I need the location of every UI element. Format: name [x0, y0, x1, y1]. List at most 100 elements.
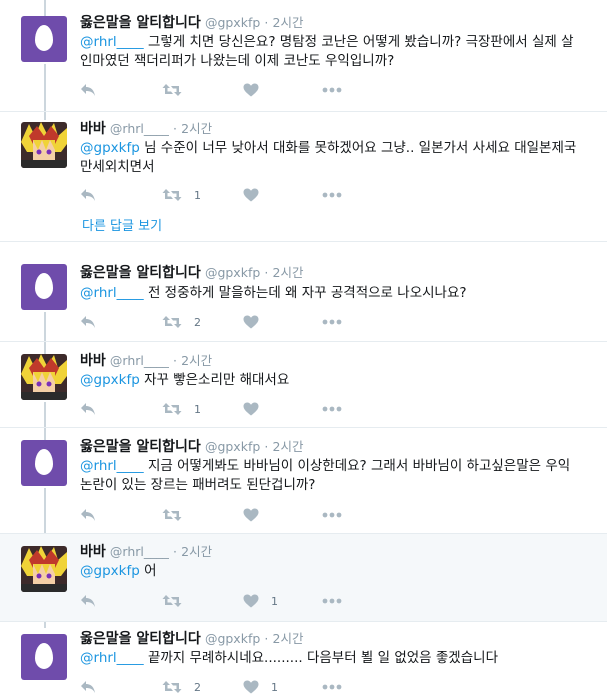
- reply-button[interactable]: [80, 677, 96, 697]
- mention-link[interactable]: @rhrl____: [80, 285, 144, 301]
- username[interactable]: @rhrl____: [110, 121, 169, 136]
- like-button[interactable]: [243, 80, 271, 100]
- retweet-button[interactable]: [162, 80, 194, 100]
- username[interactable]: @gpxkfp: [205, 631, 260, 646]
- display-name[interactable]: 옳은말을 알티합니다: [80, 15, 201, 31]
- tweet-text: @rhrl____ 전 정중하게 말을하는데 왜 자꾸 공격적으로 나오시나요?: [80, 284, 580, 303]
- egg-avatar[interactable]: [21, 440, 67, 486]
- tweet[interactable]: 옳은말을 알티합니다 @gpxkfp · 2시간 @rhrl____ 전 정중하…: [0, 256, 607, 342]
- username[interactable]: @rhrl____: [110, 353, 169, 368]
- mention-link[interactable]: @rhrl____: [80, 458, 144, 474]
- retweet-button[interactable]: 2: [162, 312, 201, 332]
- retweet-button[interactable]: [162, 505, 194, 525]
- tweet-header: 바바 @rhrl____ · 2시간: [80, 120, 212, 139]
- display-name[interactable]: 옳은말을 알티합니다: [80, 265, 201, 281]
- mention-link[interactable]: @gpxkfp: [80, 563, 140, 579]
- display-name[interactable]: 바바: [80, 544, 106, 560]
- like-button[interactable]: [243, 185, 271, 205]
- like-icon: [243, 315, 259, 329]
- more-button[interactable]: [322, 591, 342, 611]
- username[interactable]: @gpxkfp: [205, 265, 260, 280]
- reply-icon: [81, 681, 95, 693]
- divider: [0, 241, 607, 242]
- tweet-text: @rhrl____ 끝까지 무례하시네요......... 다음부터 뵐 일 없…: [80, 649, 580, 668]
- more-button[interactable]: [322, 399, 342, 419]
- timestamp[interactable]: 2시간: [181, 121, 212, 136]
- timestamp[interactable]: 2시간: [273, 265, 304, 280]
- display-name[interactable]: 바바: [80, 353, 106, 369]
- tweet-actions: [80, 505, 370, 525]
- tweet-focused[interactable]: 바바 @rhrl____ · 2시간 @gpxkfp 어 1: [0, 534, 607, 622]
- more-button[interactable]: [322, 677, 342, 697]
- mention-link[interactable]: @gpxkfp: [80, 372, 140, 388]
- separator-dot: ·: [173, 353, 177, 368]
- like-icon: [243, 83, 259, 97]
- reply-button[interactable]: [80, 185, 96, 205]
- timestamp[interactable]: 2시간: [181, 353, 212, 368]
- retweet-icon: [162, 84, 182, 96]
- tweet[interactable]: 옳은말을 알티합니다 @gpxkfp · 2시간 @rhrl____ 지금 어떻…: [0, 428, 607, 534]
- like-button[interactable]: [243, 505, 271, 525]
- timestamp[interactable]: 2시간: [273, 15, 304, 30]
- reply-icon: [81, 595, 95, 607]
- mention-link[interactable]: @rhrl____: [80, 34, 144, 50]
- like-count: 1: [271, 594, 278, 608]
- display-name[interactable]: 옳은말을 알티합니다: [80, 439, 201, 455]
- more-button[interactable]: [322, 505, 342, 525]
- separator-dot: ·: [264, 439, 269, 454]
- tweet[interactable]: 바바 @rhrl____ · 2시간 @gpxkfp 자꾸 빻은소리만 해대서요…: [0, 342, 607, 428]
- like-icon: [243, 188, 259, 202]
- more-button[interactable]: [322, 185, 342, 205]
- timestamp[interactable]: 2시간: [273, 439, 304, 454]
- retweet-button[interactable]: 1: [162, 399, 201, 419]
- reply-button[interactable]: [80, 591, 96, 611]
- more-icon: [322, 319, 342, 325]
- separator-dot: ·: [264, 15, 269, 30]
- egg-avatar[interactable]: [21, 16, 67, 62]
- show-more-replies-link[interactable]: 다른 답글 보기: [82, 215, 162, 234]
- tweet-text: @rhrl____ 그렇게 치면 당신은요? 명탐정 코난은 어떻게 봤습니까?…: [80, 33, 580, 71]
- tweet-text-content: 지금 어떻게봐도 바바님이 이상한데요? 그래서 바바님이 하고싶은말은 우익논…: [80, 458, 571, 493]
- retweet-icon: [162, 403, 182, 415]
- tweet-header: 옳은말을 알티합니다 @gpxkfp · 2시간: [80, 630, 304, 649]
- like-icon: [243, 402, 259, 416]
- tweet-text-content: 전 정중하게 말을하는데 왜 자꾸 공격적으로 나오시나요?: [143, 285, 467, 301]
- like-button[interactable]: 1: [243, 591, 278, 611]
- tweet-header: 옳은말을 알티합니다 @gpxkfp · 2시간: [80, 14, 304, 33]
- reply-button[interactable]: [80, 312, 96, 332]
- anime-avatar[interactable]: [21, 122, 67, 168]
- tweet-text-content: 끝까지 무례하시네요......... 다음부터 뵐 일 없었음 좋겠습니다: [143, 650, 498, 666]
- more-button[interactable]: [322, 80, 342, 100]
- reply-button[interactable]: [80, 399, 96, 419]
- timestamp[interactable]: 2시간: [181, 544, 212, 559]
- like-count: 1: [271, 680, 278, 694]
- retweet-button[interactable]: 1: [162, 185, 201, 205]
- like-button[interactable]: 1: [243, 677, 278, 697]
- display-name[interactable]: 바바: [80, 121, 106, 137]
- reply-button[interactable]: [80, 505, 96, 525]
- like-button[interactable]: [243, 399, 271, 419]
- mention-link[interactable]: @rhrl____: [80, 650, 144, 666]
- mention-link[interactable]: @gpxkfp: [80, 140, 140, 156]
- username[interactable]: @rhrl____: [110, 544, 169, 559]
- display-name[interactable]: 옳은말을 알티합니다: [80, 631, 201, 647]
- tweet-text: @gpxkfp 님 수준이 너무 낮아서 대화를 못하겠어요 그냥.. 일본가서…: [80, 139, 580, 177]
- tweet[interactable]: 옳은말을 알티합니다 @gpxkfp · 2시간 @rhrl____ 끝까지 무…: [0, 622, 607, 699]
- more-button[interactable]: [322, 312, 342, 332]
- timestamp[interactable]: 2시간: [273, 631, 304, 646]
- egg-avatar[interactable]: [21, 264, 67, 310]
- username[interactable]: @gpxkfp: [205, 439, 260, 454]
- like-button[interactable]: [243, 312, 271, 332]
- tweet[interactable]: 옳은말을 알티합니다 @gpxkfp · 2시간 @rhrl____ 그렇게 치…: [0, 0, 607, 112]
- tweet-text: @gpxkfp 자꾸 빻은소리만 해대서요: [80, 371, 580, 390]
- anime-avatar[interactable]: [21, 546, 67, 592]
- retweet-button[interactable]: 2: [162, 677, 201, 697]
- retweet-count: 2: [194, 315, 201, 329]
- reply-button[interactable]: [80, 80, 96, 100]
- egg-avatar[interactable]: [21, 634, 67, 680]
- retweet-count: 1: [194, 402, 201, 416]
- retweet-button[interactable]: [162, 591, 194, 611]
- anime-avatar[interactable]: [21, 354, 67, 400]
- username[interactable]: @gpxkfp: [205, 15, 260, 30]
- retweet-icon: [162, 681, 182, 693]
